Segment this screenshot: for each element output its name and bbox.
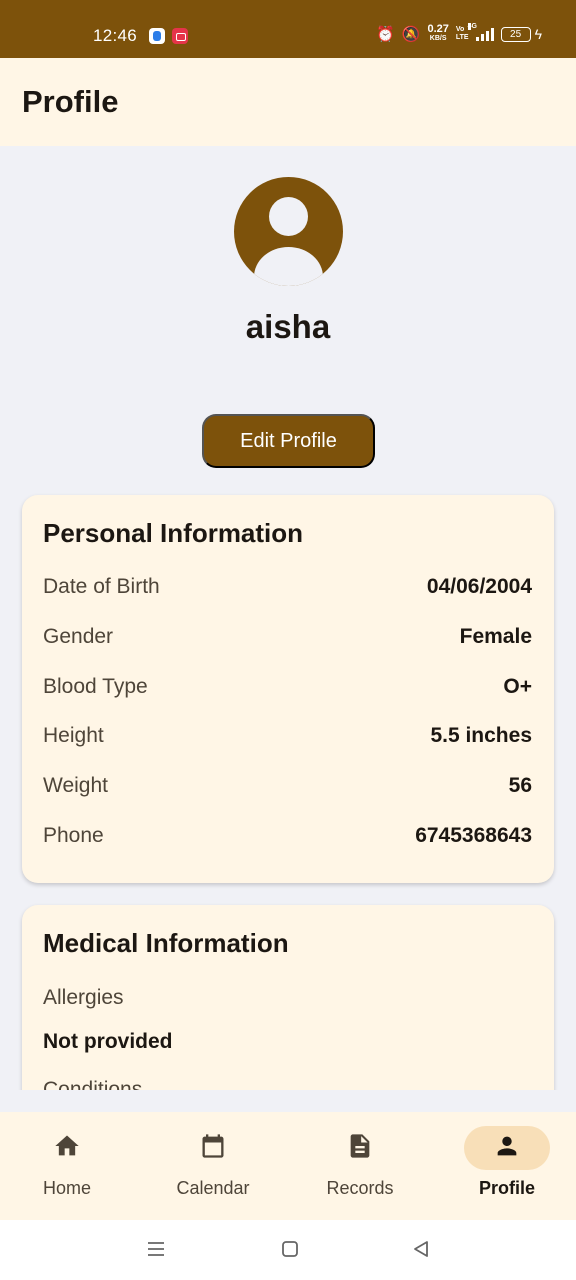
info-row-weight: Weight 56: [43, 774, 532, 798]
nav-item-records[interactable]: Records: [288, 1112, 432, 1220]
nav-label-profile: Profile: [478, 1178, 535, 1198]
menu-icon[interactable]: [141, 1234, 171, 1264]
page-title: Profile: [22, 84, 119, 119]
alarm-icon: ⏰: [376, 25, 395, 43]
info-row-date-of-birth: Date of Birth 04/06/2004: [43, 575, 532, 599]
info-value: 56: [508, 774, 532, 797]
info-label: Gender: [43, 625, 114, 648]
nav-label-calendar: Calendar: [176, 1178, 250, 1198]
info-row-height: Height 5.5 inches: [43, 724, 532, 748]
personal-information-card: Personal Information Date of Birth 04/06…: [22, 495, 554, 883]
status-bar: 12:46 ⏰ 🔕 0.27 KB/S Vo LTE 4G 25 ϟ: [0, 0, 576, 58]
calendar-icon: [202, 1134, 224, 1158]
status-icons: ⏰ 🔕 0.27 KB/S Vo LTE 4G 25 ϟ: [376, 23, 542, 43]
battery-icon: 25: [500, 26, 531, 42]
home-icon: [55, 1135, 79, 1156]
nav-item-calendar[interactable]: Calendar: [141, 1112, 285, 1220]
info-value: O+: [503, 675, 532, 698]
medical-information-card: Medical Information Allergies Not provid…: [22, 905, 554, 1105]
info-label: Height: [43, 724, 104, 747]
info-label: Weight: [43, 774, 108, 797]
scroll-clip: [0, 1090, 576, 1112]
document-icon: [350, 1134, 370, 1158]
allergies-label: Allergies: [43, 986, 124, 1009]
nav-label-home: Home: [42, 1178, 91, 1198]
info-value: Female: [459, 625, 532, 648]
app-bar: Profile: [0, 58, 576, 146]
edit-profile-button[interactable]: Edit Profile: [202, 414, 375, 468]
info-value: 5.5 inches: [430, 724, 532, 747]
signal-icon: 4G: [467, 23, 494, 41]
medical-information-title: Medical Information: [43, 928, 289, 958]
personal-information-title: Personal Information: [43, 518, 304, 548]
bottom-navigation: Home Calendar Records Profile: [0, 1112, 576, 1220]
notification-video-icon: [172, 28, 188, 44]
nav-item-home[interactable]: Home: [0, 1112, 139, 1220]
info-row-blood-type: Blood Type O+: [43, 675, 532, 699]
notification-app-icon: [149, 28, 165, 44]
mute-icon: 🔕: [401, 25, 421, 43]
back-icon[interactable]: [406, 1234, 436, 1264]
user-name: aisha: [245, 308, 331, 345]
info-row-gender: Gender Female: [43, 625, 532, 649]
info-label: Blood Type: [43, 675, 148, 698]
allergies-value: Not provided: [43, 1030, 173, 1053]
info-value: 04/06/2004: [426, 575, 532, 598]
nav-item-profile[interactable]: Profile: [435, 1112, 576, 1220]
info-row-phone: Phone 6745368643: [43, 824, 532, 848]
home-square-icon[interactable]: [275, 1234, 305, 1264]
avatar-icon: [234, 177, 343, 286]
system-navigation-bar: [0, 1220, 576, 1280]
status-time: 12:46: [93, 26, 138, 45]
charging-icon: ϟ: [534, 26, 542, 42]
info-label: Phone: [43, 824, 104, 847]
info-value: 6745368643: [415, 824, 532, 847]
nav-label-records: Records: [326, 1178, 394, 1198]
network-speed: 0.27 KB/S: [427, 23, 449, 43]
person-icon: [497, 1136, 517, 1156]
info-label: Date of Birth: [43, 575, 160, 598]
